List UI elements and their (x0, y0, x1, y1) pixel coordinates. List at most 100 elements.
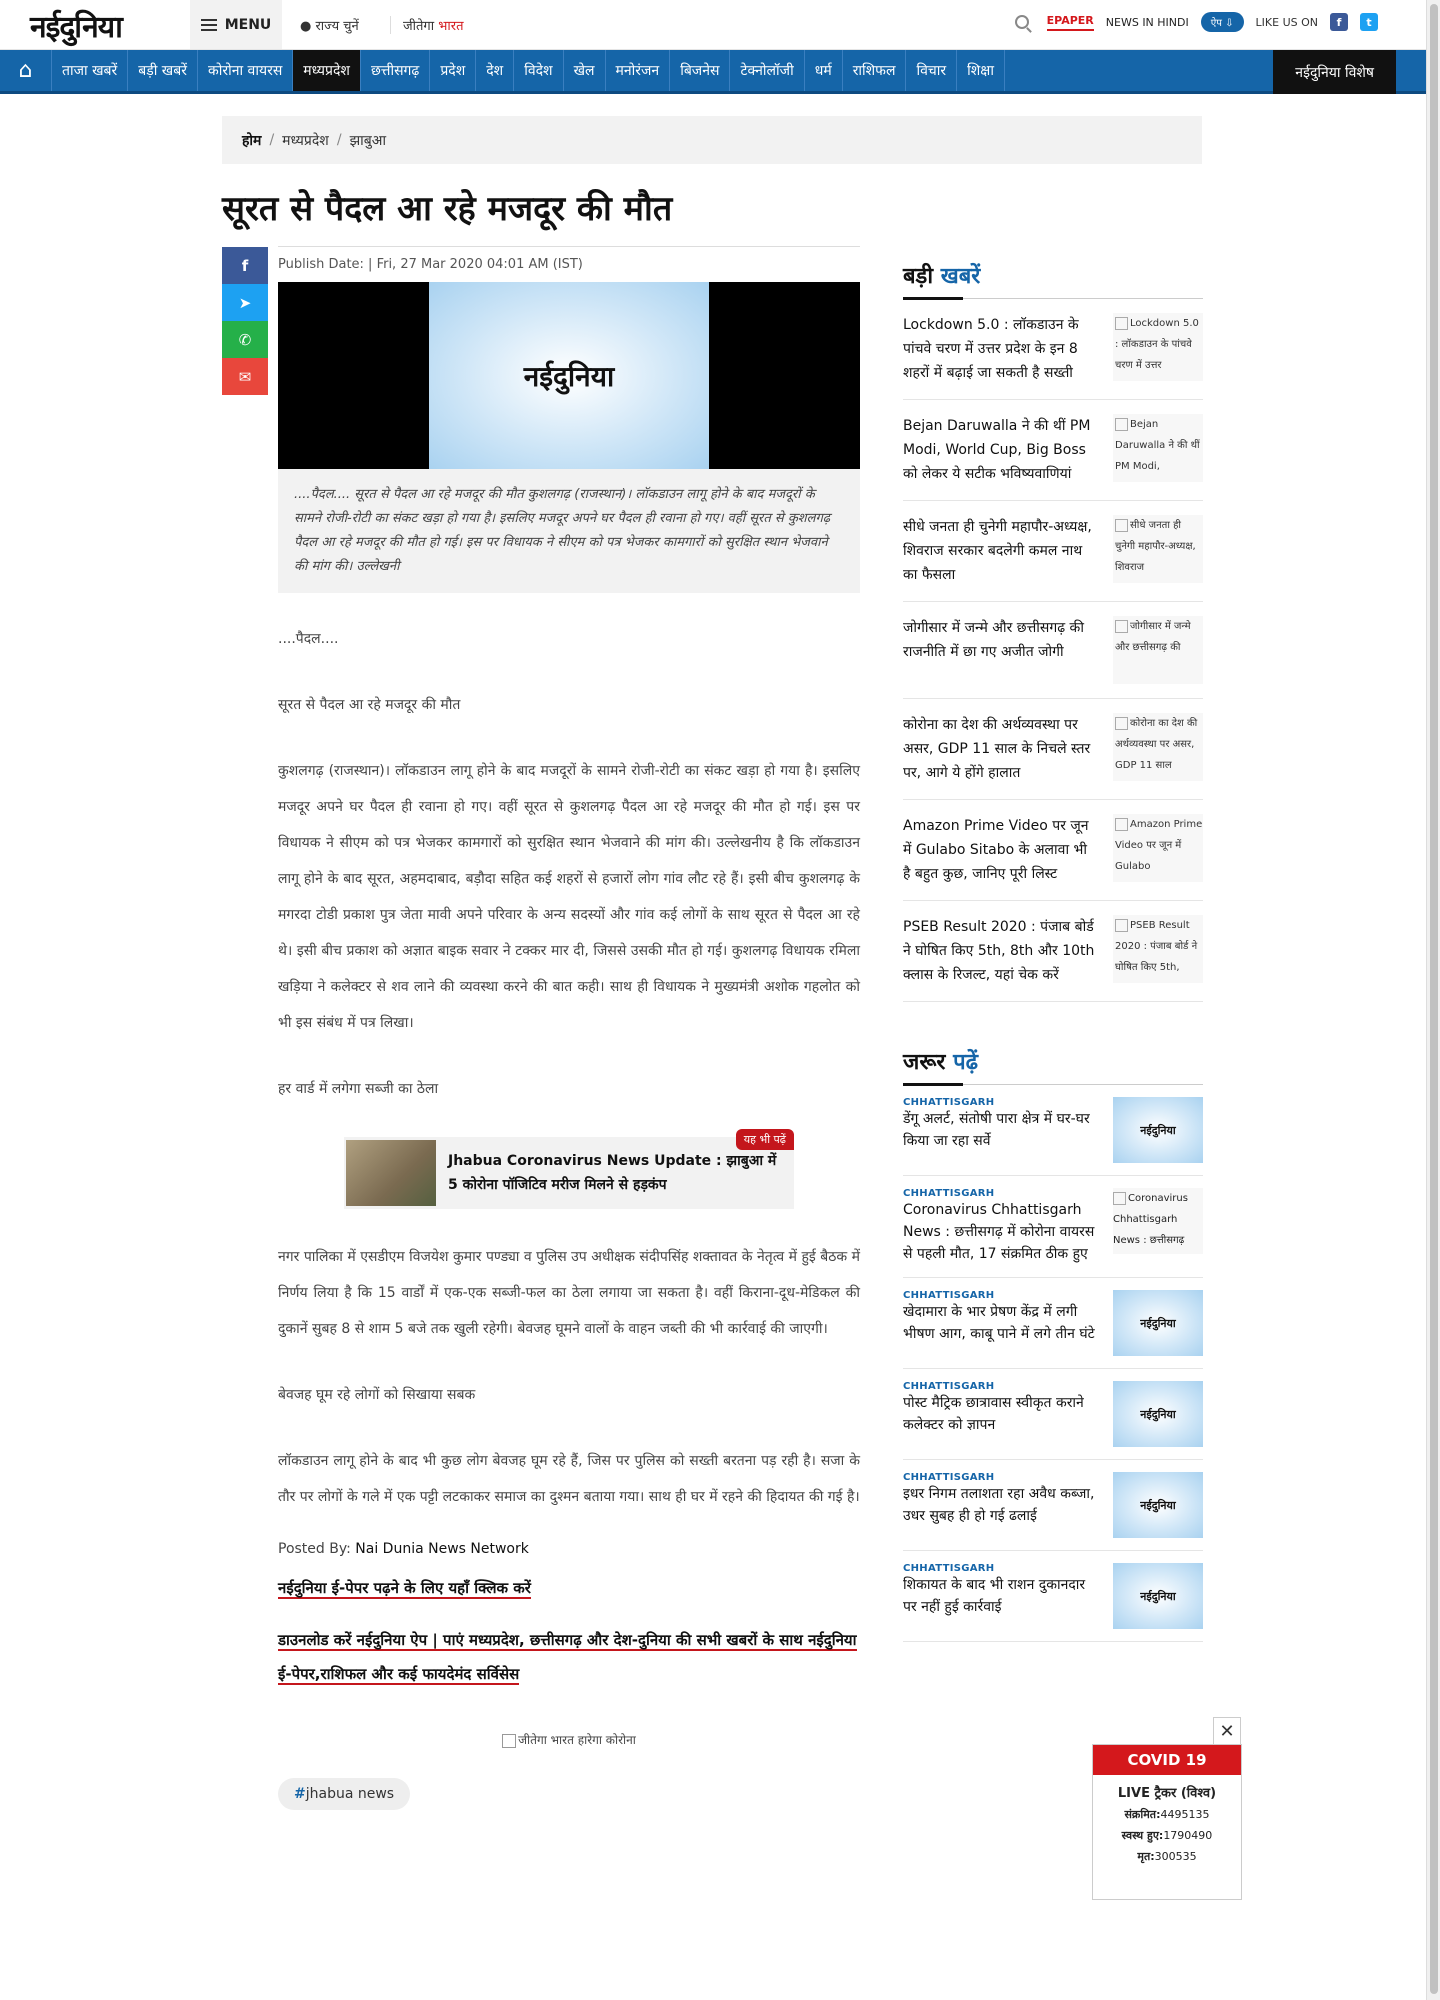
paragraph: कुशलगढ़ (राजस्थान)। लॉकडाउन लागू होने के… (278, 763, 860, 1031)
thumbnail-alt: Amazon Prime Video पर जून में Gulabo (1115, 819, 1203, 872)
list-item[interactable]: Bejan Daruwalla ने की थीं PM Modi, World… (903, 400, 1203, 501)
news-title[interactable]: पोस्ट मैट्रिक छात्रावास स्वीकृत कराने कल… (903, 1392, 1098, 1436)
news-title[interactable]: शिकायत के बाद भी राशन दुकानदार पर नहीं ह… (903, 1574, 1098, 1618)
news-thumbnail[interactable]: Amazon Prime Video पर जून में Gulabo (1113, 814, 1203, 882)
heading-part: खबरें (940, 264, 981, 289)
news-category[interactable]: CHHATTISGARH (903, 1381, 1098, 1392)
list-item[interactable]: कोरोना का देश की अर्थव्यवस्था पर असर, GD… (903, 699, 1203, 800)
paragraph: नगर पालिका में एसडीएम विजयेश कुमार पण्ड्… (278, 1249, 860, 1337)
nav-item[interactable]: बड़ी खबरें (128, 50, 198, 91)
news-thumbnail[interactable]: नईदुनिया (1113, 1097, 1203, 1163)
nav-item[interactable]: प्रदेश (430, 50, 477, 91)
covid-tracker-widget[interactable]: ✕ COVID 19 LIVE ट्रैकर (विश्व) संक्रमित:… (1092, 1717, 1242, 1900)
nav-item[interactable]: धर्म (805, 50, 843, 91)
home-icon[interactable]: ⌂ (0, 50, 52, 91)
menu-button[interactable]: MENU (190, 0, 282, 49)
nav-item[interactable]: खेल (564, 50, 606, 91)
nav-item[interactable]: विदेश (514, 50, 564, 91)
list-item[interactable]: जोगीसार में जन्मे और छत्तीसगढ़ की राजनीत… (903, 602, 1203, 699)
news-thumbnail[interactable]: Bejan Daruwalla ने की थीं PM Modi, (1113, 414, 1203, 482)
breadcrumb-level1[interactable]: मध्यप्रदेश (282, 131, 329, 150)
nav-item[interactable]: देश (476, 50, 515, 91)
nav-special-link[interactable]: नईदुनिया विशेष (1273, 50, 1396, 94)
share-twitter-icon[interactable]: ➤ (222, 284, 268, 321)
nav-item[interactable]: ताजा खबरें (52, 50, 129, 91)
breadcrumb-level2[interactable]: झाबुआ (350, 131, 387, 150)
search-icon[interactable] (1014, 15, 1029, 29)
list-item[interactable]: CHHATTISGARH शिकायत के बाद भी राशन दुकानद… (903, 1551, 1203, 1642)
nav-item[interactable]: विचार (906, 50, 958, 91)
list-item[interactable]: CHHATTISGARH खेदामारा के भार प्रेषण केंद्… (903, 1278, 1203, 1369)
nav-item[interactable]: मनोरंजन (606, 50, 671, 91)
share-email-icon[interactable]: ✉ (222, 358, 268, 395)
news-thumbnail[interactable]: PSEB Result 2020 : पंजाब बोर्ड ने घोषित … (1113, 915, 1203, 983)
news-title[interactable]: Coronavirus Chhattisgarh News : छत्तीसगढ… (903, 1199, 1098, 1265)
list-item[interactable]: CHHATTISGARH डेंगू अलर्ट, संतोषी पारा क्ष… (903, 1085, 1203, 1176)
news-title[interactable]: जोगीसार में जन्मे और छत्तीसगढ़ की राजनीत… (903, 616, 1098, 684)
news-category[interactable]: CHHATTISGARH (903, 1188, 1098, 1199)
news-title[interactable]: इधर निगम तलाशता रहा अवैध कब्जा, उधर सुबह… (903, 1483, 1098, 1527)
twitter-icon[interactable]: t (1360, 13, 1378, 31)
list-item[interactable]: CHHATTISGARH पोस्ट मैट्रिक छात्रावास स्वी… (903, 1369, 1203, 1460)
broken-image-icon (1115, 518, 1128, 532)
epaper-link[interactable]: EPAPER (1046, 14, 1094, 31)
nav-item[interactable]: शिक्षा (957, 50, 1005, 91)
news-thumbnail[interactable]: नईदुनिया (1113, 1290, 1203, 1356)
hash-symbol: # (294, 1786, 306, 1802)
news-title[interactable]: खेदामारा के भार प्रेषण केंद्र में लगी भी… (903, 1301, 1098, 1345)
nav-item[interactable]: कोरोना वायरस (198, 50, 294, 91)
list-item[interactable]: CHHATTISGARH Coronavirus Chhattisgarh New… (903, 1176, 1203, 1278)
app-download-button[interactable]: ऐप ⇩ (1200, 12, 1244, 32)
main-nav: ⌂ ताजा खबरें बड़ी खबरें कोरोना वायरस मध्यप्… (0, 50, 1426, 94)
news-title[interactable]: डेंगू अलर्ट, संतोषी पारा क्षेत्र में घर-… (903, 1108, 1098, 1152)
share-whatsapp-icon[interactable]: ✆ (222, 321, 268, 358)
news-in-hindi-link[interactable]: NEWS IN HINDI (1106, 16, 1189, 29)
nav-item[interactable]: बिजनेस (670, 50, 731, 91)
news-thumbnail[interactable]: नईदुनिया (1113, 1381, 1203, 1447)
state-selector[interactable]: ● राज्य चुनें (300, 16, 359, 34)
list-item[interactable]: सीधे जनता ही चुनेगी महापौर-अध्यक्ष, शिवर… (903, 501, 1203, 602)
recovered-value: 1790490 (1163, 1829, 1213, 1842)
close-icon[interactable]: ✕ (1213, 1717, 1241, 1745)
epaper-cta-link[interactable]: नईदुनिया ई-पेपर पढ़ने के लिए यहाँ क्लिक … (278, 1579, 531, 1599)
news-title[interactable]: Lockdown 5.0 : लॉकडाउन के पांचवे चरण में… (903, 313, 1098, 385)
news-category[interactable]: CHHATTISGARH (903, 1290, 1098, 1301)
news-thumbnail[interactable]: Lockdown 5.0 : लॉकडाउन के पांचवे चरण में… (1113, 313, 1203, 381)
nav-item[interactable]: टेक्नोलॉजी (730, 50, 805, 91)
paragraph: लॉकडाउन लागू होने के बाद भी कुछ लोग बेवज… (278, 1453, 860, 1505)
news-category[interactable]: CHHATTISGARH (903, 1563, 1098, 1574)
news-category[interactable]: CHHATTISGARH (903, 1472, 1098, 1483)
news-title[interactable]: PSEB Result 2020 : पंजाब बोर्ड ने घोषित … (903, 915, 1098, 987)
news-thumbnail[interactable]: कोरोना का देश की अर्थव्यवस्था पर असर, GD… (1113, 713, 1203, 781)
nav-item[interactable]: मध्यप्रदेश (293, 50, 361, 91)
read-also-card[interactable]: Jhabua Coronavirus News Update : झाबुआ म… (344, 1129, 794, 1209)
list-item[interactable]: Amazon Prime Video पर जून में Gulabo Sit… (903, 800, 1203, 901)
news-thumbnail[interactable]: Coronavirus Chhattisgarh News : छत्तीसगढ… (1113, 1188, 1203, 1254)
hashtag-chip[interactable]: #jhabua news (278, 1778, 411, 1810)
facebook-icon[interactable]: f (1330, 13, 1348, 31)
news-category[interactable]: CHHATTISGARH (903, 1097, 1098, 1108)
campaign-banner: जीतेगा भारत हारेगा कोरोना (278, 1731, 860, 1748)
news-title[interactable]: Amazon Prime Video पर जून में Gulabo Sit… (903, 814, 1098, 886)
scrollbar-thumb[interactable] (1430, 4, 1438, 1994)
share-facebook-icon[interactable]: f (222, 247, 268, 284)
news-thumbnail[interactable]: जोगीसार में जन्मे और छत्तीसगढ़ की (1113, 616, 1203, 684)
jeetega-bharat-link[interactable]: जीतेगा भारत (390, 16, 463, 34)
news-title[interactable]: Bejan Daruwalla ने की थीं PM Modi, World… (903, 414, 1098, 486)
list-item[interactable]: PSEB Result 2020 : पंजाब बोर्ड ने घोषित … (903, 901, 1203, 1002)
paragraph: ....पैदल.... (278, 631, 339, 647)
news-thumbnail[interactable]: सीधे जनता ही चुनेगी महापौर-अध्यक्ष, शिवर… (1113, 515, 1203, 583)
nav-item[interactable]: छत्तीसगढ़ (361, 50, 431, 91)
news-thumbnail[interactable]: नईदुनिया (1113, 1472, 1203, 1538)
site-logo[interactable]: नईदुनिया (30, 5, 123, 46)
publish-date: Publish Date: | Fri, 27 Mar 2020 04:01 A… (278, 246, 860, 272)
news-title[interactable]: सीधे जनता ही चुनेगी महापौर-अध्यक्ष, शिवर… (903, 515, 1098, 587)
news-title[interactable]: कोरोना का देश की अर्थव्यवस्था पर असर, GD… (903, 713, 1098, 785)
list-item[interactable]: Lockdown 5.0 : लॉकडाउन के पांचवे चरण में… (903, 299, 1203, 400)
news-thumbnail[interactable]: नईदुनिया (1113, 1563, 1203, 1629)
page-scrollbar[interactable] (1426, 0, 1440, 2000)
app-cta-link[interactable]: डाउनलोड करें नईदुनिया ऐप | पाएं मध्यप्रद… (278, 1631, 857, 1685)
breadcrumb-home[interactable]: होम (242, 131, 261, 150)
nav-item[interactable]: राशिफल (843, 50, 907, 91)
list-item[interactable]: CHHATTISGARH इधर निगम तलाशता रहा अवैध कब्… (903, 1460, 1203, 1551)
